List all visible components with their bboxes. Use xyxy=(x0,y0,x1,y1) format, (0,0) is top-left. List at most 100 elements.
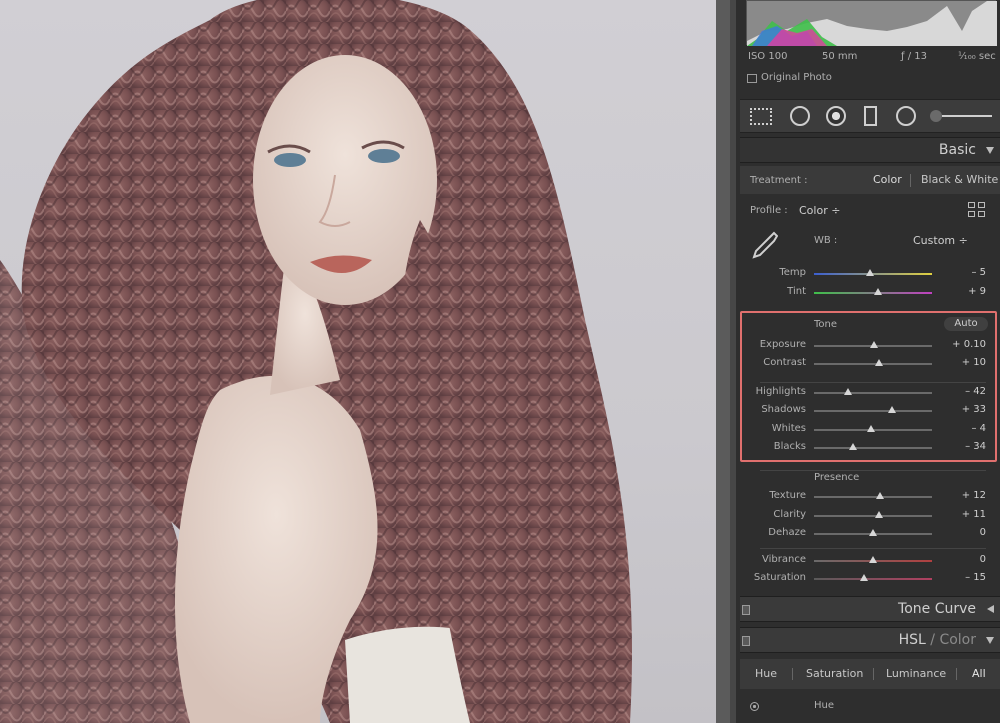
hsl-tab-luminance[interactable]: Luminance xyxy=(886,667,946,680)
photo-canvas[interactable] xyxy=(0,0,716,723)
whites-slider-thumb[interactable] xyxy=(866,425,875,432)
original-photo-checkbox[interactable] xyxy=(747,74,757,83)
exposure-label: Exposure xyxy=(759,339,806,350)
treatment-bw-button[interactable]: Black & White xyxy=(921,173,998,186)
crop-icon[interactable] xyxy=(750,108,772,125)
hsl-title-slash: / xyxy=(925,632,940,648)
hsl-section-header[interactable]: HSL / Color xyxy=(740,627,1000,653)
hsl-tab-all[interactable]: All xyxy=(972,667,986,680)
hsl-tab-divider xyxy=(792,668,793,680)
shadows-value[interactable]: + 33 xyxy=(936,404,986,415)
profile-dropdown[interactable]: Color ÷ xyxy=(799,204,840,217)
histogram-graph xyxy=(747,1,997,46)
clarity-label: Clarity xyxy=(773,509,806,520)
hsl-tab-divider xyxy=(873,668,874,680)
exposure-value[interactable]: + 0.10 xyxy=(936,339,986,350)
treatment-row: Treatment : Color Black & White xyxy=(740,166,1000,194)
hsl-tab-divider xyxy=(956,668,957,680)
exposure-slider-thumb[interactable] xyxy=(870,341,879,348)
tone-auto-button[interactable]: Auto xyxy=(944,317,988,331)
tint-label: Tint xyxy=(787,286,806,297)
contrast-label: Contrast xyxy=(763,357,806,368)
hsl-tabs: Hue Saturation Luminance All xyxy=(740,659,1000,689)
hsl-title-hsl: HSL xyxy=(898,632,926,648)
dehaze-slider-thumb[interactable] xyxy=(869,529,877,536)
wb-eyedropper-icon[interactable] xyxy=(750,230,779,260)
clarity-slider-track[interactable] xyxy=(814,515,932,517)
clarity-slider-thumb[interactable] xyxy=(875,511,884,518)
collapse-triangle-icon[interactable] xyxy=(986,147,994,154)
tool-strip xyxy=(740,99,1000,133)
basic-section-header[interactable]: Basic xyxy=(740,137,1000,163)
temp-label: Temp xyxy=(779,267,806,278)
treatment-color-button[interactable]: Color xyxy=(873,173,902,186)
spot-removal-icon[interactable] xyxy=(790,106,810,126)
temp-value[interactable]: – 5 xyxy=(936,267,986,278)
texture-value[interactable]: + 12 xyxy=(936,490,986,501)
hsl-tab-hue[interactable]: Hue xyxy=(755,667,777,680)
texture-slider-track[interactable] xyxy=(814,496,932,498)
develop-panel: ISO 100 50 mm ƒ / 13 ¹⁄₁₀₀ sec Original … xyxy=(736,0,1000,723)
dehaze-value[interactable]: 0 xyxy=(936,527,986,538)
contrast-value[interactable]: + 10 xyxy=(936,357,986,368)
treatment-label: Treatment : xyxy=(750,175,808,186)
dehaze-label: Dehaze xyxy=(768,527,806,538)
histogram xyxy=(746,0,997,46)
vibrance-slider-thumb[interactable] xyxy=(869,556,877,563)
wb-dropdown[interactable]: Custom ÷ xyxy=(913,234,968,247)
contrast-slider-thumb[interactable] xyxy=(874,359,883,366)
profile-browser-icon[interactable] xyxy=(968,202,986,218)
hsl-target-icon[interactable] xyxy=(750,702,759,711)
saturation-slider-thumb[interactable] xyxy=(860,574,869,581)
blacks-slider-track[interactable] xyxy=(814,447,932,449)
shadows-slider-track[interactable] xyxy=(814,410,932,412)
aperture-readout: ƒ / 13 xyxy=(901,51,927,62)
radial-filter-icon[interactable] xyxy=(896,106,916,126)
highlights-value[interactable]: – 42 xyxy=(936,386,986,397)
slider-group-divider xyxy=(760,548,986,549)
tint-slider-thumb[interactable] xyxy=(874,288,883,295)
tone-curve-section-header[interactable]: Tone Curve xyxy=(740,596,1000,622)
blacks-slider-thumb[interactable] xyxy=(848,443,857,450)
shadows-label: Shadows xyxy=(761,404,806,415)
red-eye-icon[interactable] xyxy=(826,106,846,126)
highlights-slider-track[interactable] xyxy=(814,392,932,394)
collapse-triangle-icon[interactable] xyxy=(986,637,994,644)
vibrance-value[interactable]: 0 xyxy=(936,554,986,565)
vibrance-label: Vibrance xyxy=(762,554,806,565)
temp-slider-thumb[interactable] xyxy=(866,269,875,276)
texture-slider-thumb[interactable] xyxy=(876,492,885,499)
contrast-slider-track[interactable] xyxy=(814,363,932,365)
clarity-value[interactable]: + 11 xyxy=(936,509,986,520)
hsl-hue-subtitle: Hue xyxy=(814,700,835,711)
texture-label: Texture xyxy=(769,490,806,501)
highlights-label: Highlights xyxy=(755,386,806,397)
tone-title: Tone xyxy=(814,319,838,330)
graduated-filter-icon[interactable] xyxy=(864,106,877,126)
whites-value[interactable]: – 4 xyxy=(936,423,986,434)
hsl-tab-saturation[interactable]: Saturation xyxy=(806,667,863,680)
blacks-value[interactable]: – 34 xyxy=(936,441,986,452)
profile-row: Profile : Color ÷ xyxy=(740,198,1000,224)
section-switch-icon[interactable] xyxy=(742,636,750,646)
original-photo-label: Original Photo xyxy=(761,72,832,83)
basic-title: Basic xyxy=(938,142,976,158)
profile-label: Profile : xyxy=(750,205,788,216)
section-switch-icon[interactable] xyxy=(742,605,750,615)
saturation-slider-track[interactable] xyxy=(814,578,932,580)
shadows-slider-thumb[interactable] xyxy=(888,406,897,413)
whites-label: Whites xyxy=(771,423,806,434)
tone-curve-title: Tone Curve xyxy=(898,601,976,617)
expand-triangle-icon[interactable] xyxy=(987,605,994,613)
tint-value[interactable]: + 9 xyxy=(936,286,986,297)
saturation-value[interactable]: – 15 xyxy=(936,572,986,583)
saturation-label: Saturation xyxy=(753,572,806,583)
highlights-slider-thumb[interactable] xyxy=(844,388,853,395)
portrait-image xyxy=(0,0,632,723)
shutter-readout: ¹⁄₁₀₀ sec xyxy=(958,51,996,62)
adjustment-brush-icon[interactable] xyxy=(930,110,992,122)
iso-readout: ISO 100 xyxy=(748,51,788,62)
tint-slider-track[interactable] xyxy=(814,292,932,294)
hsl-title: HSL / Color xyxy=(899,632,976,648)
presence-title: Presence xyxy=(814,472,860,483)
